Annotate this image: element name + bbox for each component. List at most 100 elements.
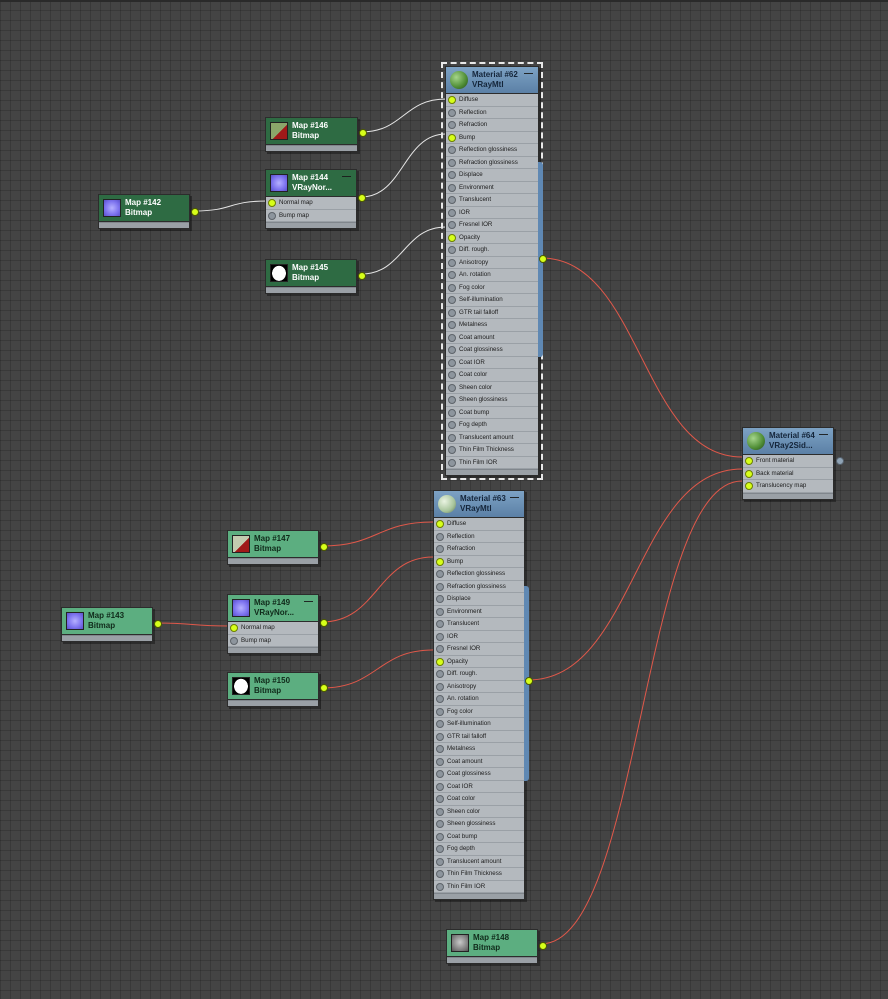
node-header[interactable]: Map #144 VRayNor... — — [266, 170, 356, 197]
output-socket[interactable] — [358, 194, 366, 202]
slot-translucent-amount[interactable]: Translucent amount — [434, 856, 524, 868]
slot-diff-rough[interactable]: Diff. rough. — [434, 668, 524, 681]
output-socket[interactable] — [320, 543, 328, 551]
node-header[interactable]: Map #148 Bitmap — [447, 930, 537, 957]
slot-an-rotation[interactable]: An. rotation — [434, 693, 524, 706]
slot-coat-ior[interactable]: Coat IOR — [434, 781, 524, 793]
map-node-149[interactable]: Map #149 VRayNor... — Normal map Bump ma… — [227, 594, 328, 654]
node-header[interactable]: Material #64 VRay2Sid... — — [743, 428, 833, 455]
map-node-144[interactable]: Map #144 VRayNor... — Normal map Bump ma… — [265, 169, 366, 229]
slot-gtr-tail-falloff[interactable]: GTR tail falloff — [446, 307, 538, 319]
connection-wire[interactable] — [360, 226, 447, 275]
material-node-62[interactable]: Material #62 VRayMtl — Diffuse Reflectio… — [441, 62, 547, 480]
slot-diff-rough[interactable]: Diff. rough. — [446, 244, 538, 257]
slot-anisotropy[interactable]: Anisotropy — [434, 681, 524, 693]
connection-wire[interactable] — [321, 521, 434, 547]
slot-reflection[interactable]: Reflection — [446, 107, 538, 119]
slot-reflection-glossiness[interactable]: Reflection glossiness — [434, 568, 524, 581]
slot-environment[interactable]: Environment — [446, 182, 538, 194]
slot-coat-color[interactable]: Coat color — [446, 369, 538, 382]
node-header[interactable]: Map #149 VRayNor... — — [228, 595, 318, 622]
map-node-143[interactable]: Map #143 Bitmap — [61, 607, 162, 642]
slot-translucent[interactable]: Translucent — [446, 194, 538, 207]
slot-fog-color[interactable]: Fog color — [446, 282, 538, 294]
slot-bump-map[interactable]: Bump map — [266, 210, 356, 222]
node-header[interactable]: Material #62 VRayMtl — — [446, 67, 538, 94]
slot-sheen-color[interactable]: Sheen color — [434, 806, 524, 818]
slot-reflection[interactable]: Reflection — [434, 531, 524, 543]
map-node-145[interactable]: Map #145 Bitmap — [265, 259, 366, 294]
slot-sheen-color[interactable]: Sheen color — [446, 382, 538, 394]
output-socket[interactable] — [320, 619, 328, 627]
node-header[interactable]: Material #63 VRayMtl — — [434, 491, 524, 518]
minimize-button[interactable]: — — [342, 172, 351, 181]
output-socket[interactable] — [320, 684, 328, 692]
slot-thin-film-thickness[interactable]: Thin Film Thickness — [446, 444, 538, 457]
slot-coat-bump[interactable]: Coat bump — [446, 407, 538, 419]
connection-wire[interactable] — [360, 98, 447, 133]
map-node-150[interactable]: Map #150 Bitmap — [227, 672, 328, 707]
slot-thin-film-ior[interactable]: Thin Film IOR — [446, 457, 538, 469]
minimize-button[interactable]: — — [524, 69, 533, 78]
node-header[interactable]: Map #146 Bitmap — [266, 118, 357, 145]
connection-wire[interactable] — [193, 200, 268, 212]
slot-fog-color[interactable]: Fog color — [434, 706, 524, 718]
slot-coat-bump[interactable]: Coat bump — [434, 831, 524, 843]
slot-fresnel-ior[interactable]: Fresnel IOR — [446, 219, 538, 232]
slot-sheen-glossiness[interactable]: Sheen glossiness — [446, 394, 538, 407]
slot-refraction[interactable]: Refraction — [434, 543, 524, 556]
slot-diffuse[interactable]: Diffuse — [434, 518, 524, 531]
slot-displace[interactable]: Displace — [434, 593, 524, 606]
slot-translucent-amount[interactable]: Translucent amount — [446, 432, 538, 444]
slot-self-illumination[interactable]: Self-illumination — [446, 294, 538, 307]
slot-back-material[interactable]: Back material — [743, 468, 833, 480]
connection-wire[interactable] — [155, 622, 230, 627]
slot-refraction-glossiness[interactable]: Refraction glossiness — [446, 157, 538, 169]
node-header[interactable]: Map #145 Bitmap — [266, 260, 356, 287]
node-header[interactable]: Map #147 Bitmap — [228, 531, 318, 558]
slot-opacity[interactable]: Opacity — [434, 656, 524, 668]
slot-bump-map[interactable]: Bump map — [228, 635, 318, 647]
slot-normal-map[interactable]: Normal map — [228, 622, 318, 635]
output-socket[interactable] — [358, 272, 366, 280]
slot-coat-amount[interactable]: Coat amount — [446, 332, 538, 344]
slot-bump[interactable]: Bump — [446, 132, 538, 144]
slot-coat-amount[interactable]: Coat amount — [434, 756, 524, 768]
slot-fog-depth[interactable]: Fog depth — [434, 843, 524, 856]
slot-front-material[interactable]: Front material — [743, 455, 833, 468]
slot-thin-film-thickness[interactable]: Thin Film Thickness — [434, 868, 524, 881]
slot-diffuse[interactable]: Diffuse — [446, 94, 538, 107]
slot-coat-color[interactable]: Coat color — [434, 793, 524, 806]
slot-translucency-map[interactable]: Translucency map — [743, 480, 833, 493]
connection-wire[interactable] — [360, 133, 447, 198]
slot-fresnel-ior[interactable]: Fresnel IOR — [434, 643, 524, 656]
material-node-64[interactable]: Material #64 VRay2Sid... — Front materia… — [742, 427, 844, 500]
connection-wire[interactable] — [321, 556, 434, 623]
output-socket[interactable] — [525, 677, 533, 685]
slot-gtr-tail-falloff[interactable]: GTR tail falloff — [434, 731, 524, 743]
slot-bump[interactable]: Bump — [434, 556, 524, 568]
output-socket[interactable] — [539, 255, 547, 263]
material-node-63[interactable]: Material #63 VRayMtl — Diffuse Reflectio… — [433, 490, 533, 900]
minimize-button[interactable]: — — [819, 430, 828, 439]
connection-wire[interactable] — [540, 480, 743, 945]
slot-self-illumination[interactable]: Self-illumination — [434, 718, 524, 731]
slot-displace[interactable]: Displace — [446, 169, 538, 182]
map-node-146[interactable]: Map #146 Bitmap — [265, 117, 367, 152]
map-node-147[interactable]: Map #147 Bitmap — [227, 530, 328, 565]
node-header[interactable]: Map #150 Bitmap — [228, 673, 318, 700]
connection-wire[interactable] — [527, 468, 743, 681]
slot-ior[interactable]: IOR — [446, 207, 538, 219]
slot-an-rotation[interactable]: An. rotation — [446, 269, 538, 282]
slot-sheen-glossiness[interactable]: Sheen glossiness — [434, 818, 524, 831]
minimize-button[interactable]: — — [304, 597, 313, 606]
slot-environment[interactable]: Environment — [434, 606, 524, 618]
slot-reflection-glossiness[interactable]: Reflection glossiness — [446, 144, 538, 157]
minimize-button[interactable]: — — [510, 493, 519, 502]
slot-refraction-glossiness[interactable]: Refraction glossiness — [434, 581, 524, 593]
output-socket[interactable] — [539, 942, 547, 950]
slot-metalness[interactable]: Metalness — [446, 319, 538, 332]
map-node-142[interactable]: Map #142 Bitmap — [98, 194, 199, 229]
connection-wire[interactable] — [540, 257, 743, 458]
slot-anisotropy[interactable]: Anisotropy — [446, 257, 538, 269]
